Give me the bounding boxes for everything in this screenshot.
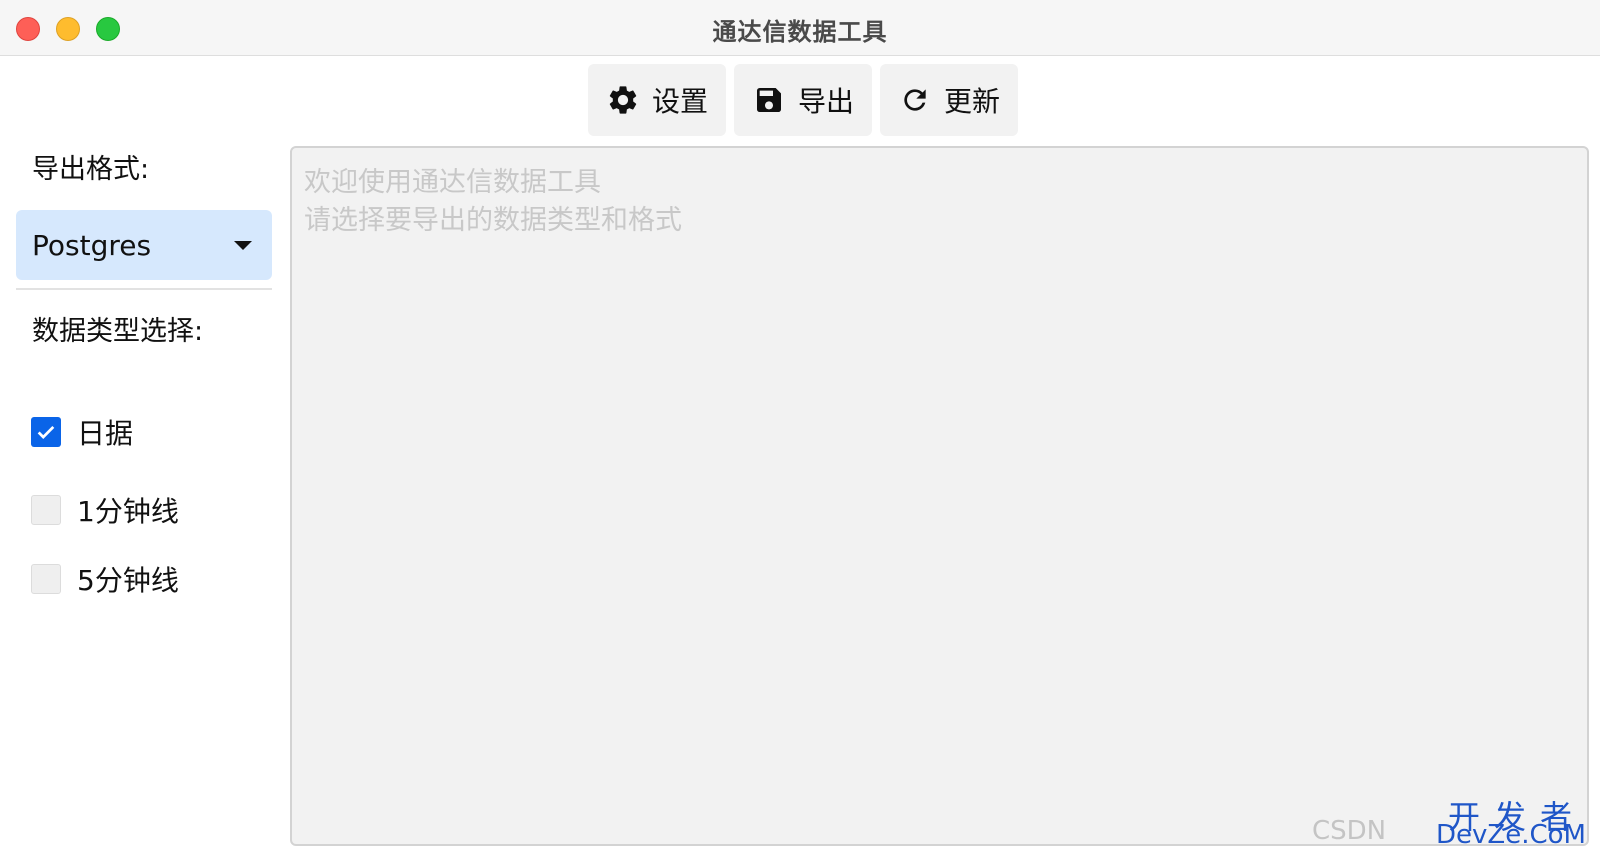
data-types-label: 数据类型选择:: [32, 316, 204, 347]
sidebar: 导出格式: Postgres 数据类型选择:: [16, 150, 272, 352]
watermark-csdn: CSDN: [1312, 816, 1387, 846]
checkbox-1min-label: 1分钟线: [77, 495, 179, 528]
checkbox-5min-box[interactable]: [31, 564, 61, 594]
refresh-icon: [898, 83, 932, 117]
chevron-down-icon: [234, 240, 252, 250]
settings-button[interactable]: 设置: [588, 64, 727, 136]
log-output[interactable]: 欢迎使用通达信数据工具 请选择要导出的数据类型和格式: [290, 146, 1589, 846]
divider: [16, 288, 272, 290]
format-select[interactable]: Postgres: [16, 210, 272, 280]
checkbox-daily[interactable]: 日据: [31, 412, 133, 452]
settings-button-label: 设置: [652, 85, 709, 118]
title-bar: 通达信数据工具: [0, 0, 1600, 56]
checkbox-5min-label: 5分钟线: [77, 564, 179, 597]
checkbox-5min[interactable]: 5分钟线: [31, 559, 179, 599]
app-window: 通达信数据工具 设置 导出 更新 导出格式: Postgres 数据类型选择: …: [0, 0, 1600, 856]
log-line: 欢迎使用通达信数据工具: [304, 167, 601, 198]
window-title: 通达信数据工具: [712, 18, 888, 46]
toolbar: 设置 导出 更新: [588, 64, 1019, 136]
log-line: 请选择要导出的数据类型和格式: [304, 205, 682, 236]
checkbox-daily-label: 日据: [77, 417, 134, 450]
checkbox-daily-box[interactable]: [31, 417, 61, 447]
format-label: 导出格式:: [32, 154, 150, 185]
checkbox-1min[interactable]: 1分钟线: [31, 490, 179, 530]
export-button[interactable]: 导出: [734, 64, 873, 136]
checkbox-1min-box[interactable]: [31, 495, 61, 525]
save-icon: [752, 83, 786, 117]
watermark-en: DevZe.CoM: [1436, 820, 1586, 850]
export-button-label: 导出: [798, 85, 855, 118]
watermark: CSDN 开发者 DevZe.CoM: [1312, 792, 1592, 852]
update-button[interactable]: 更新: [880, 64, 1019, 136]
update-button-label: 更新: [944, 85, 1001, 118]
gear-icon: [606, 83, 640, 117]
format-select-value: Postgres: [32, 228, 152, 262]
check-icon: [37, 425, 55, 439]
